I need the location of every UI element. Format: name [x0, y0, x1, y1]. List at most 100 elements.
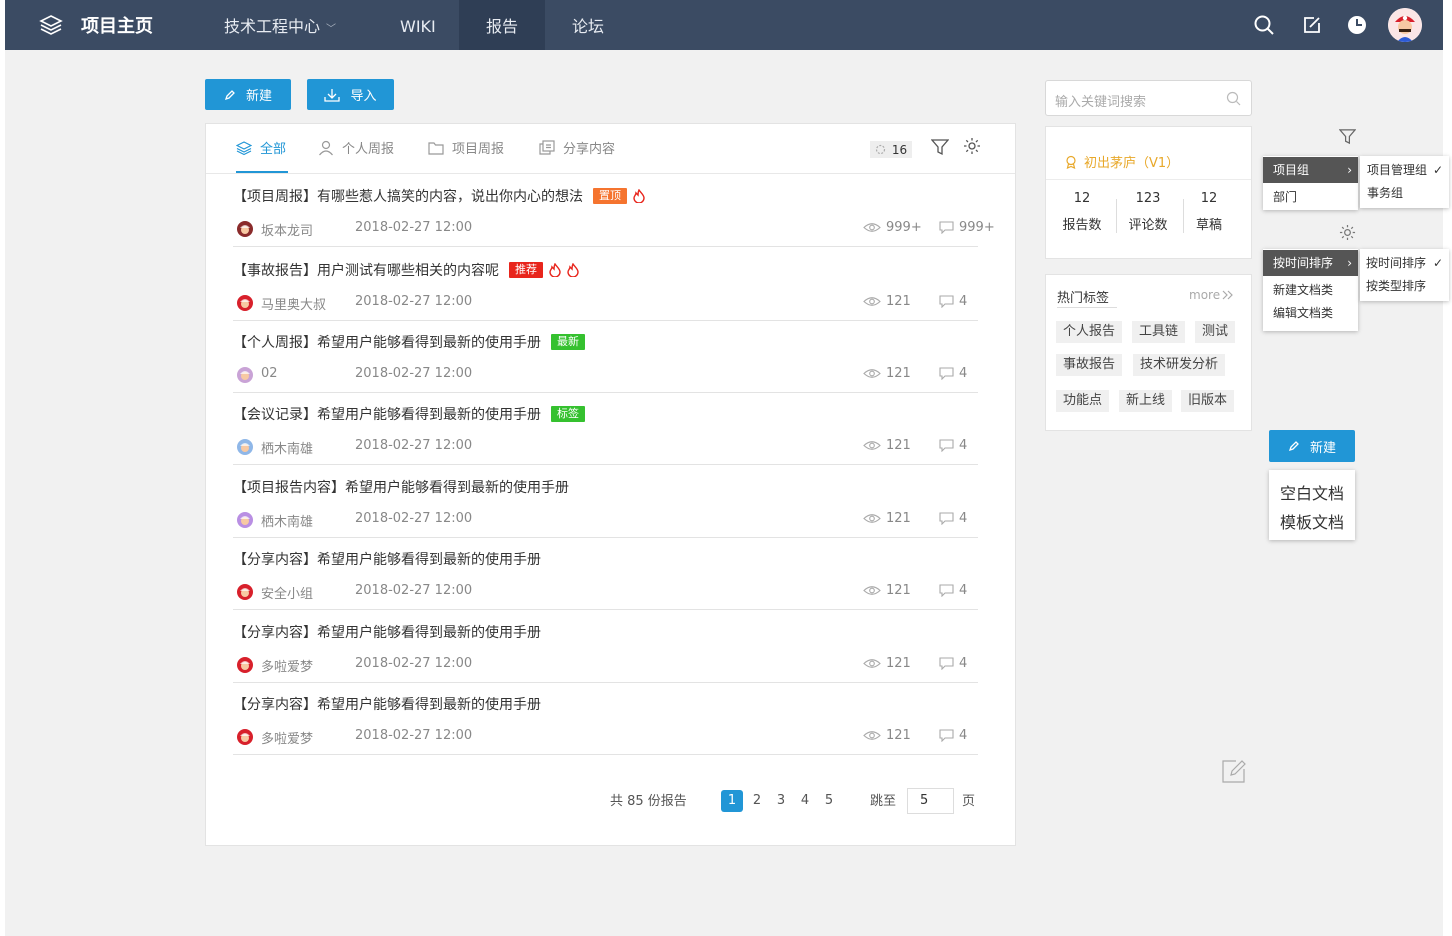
edit-icon[interactable] [1301, 14, 1323, 36]
author-name[interactable]: 栖木南雄 [261, 511, 313, 530]
gear-icon[interactable] [963, 137, 981, 155]
view-count: 121 [863, 366, 911, 381]
pencil-icon [224, 89, 235, 100]
view-count: 121 [863, 728, 911, 743]
submenu-item-affairs[interactable]: 事务组 [1360, 180, 1449, 206]
tag-chip[interactable]: 测试 [1195, 321, 1236, 343]
search-input[interactable]: 输入关键词搜索 [1045, 80, 1252, 116]
new-doc-button[interactable]: 新建 [1269, 430, 1355, 462]
author-name[interactable]: 多啦爱梦 [261, 656, 313, 675]
report-title[interactable]: 【会议记录】希望用户能够看得到最新的使用手册 标签 [233, 404, 585, 424]
tab-project-weekly[interactable]: 项目周报 [428, 138, 504, 157]
tag-chip[interactable]: 技术研发分析 [1133, 354, 1226, 376]
layers-icon [39, 15, 63, 35]
tag-chip[interactable]: 新上线 [1119, 390, 1173, 412]
tag-chip[interactable]: 个人报告 [1056, 321, 1123, 343]
page-button[interactable]: 5 [818, 790, 840, 812]
nav-wiki[interactable]: WIKI [400, 0, 436, 50]
list-item[interactable]: 【事故报告】用户测试有哪些相关的内容呢 推荐马里奥大叔 2018-02-27 12:… [233, 260, 978, 321]
tag-chip[interactable]: 旧版本 [1181, 390, 1235, 412]
eye-icon [863, 514, 881, 523]
list-item[interactable]: 【分享内容】希望用户能够看得到最新的使用手册 多啦爱梦 2018-02-27 12:… [233, 622, 978, 683]
author-name[interactable]: 栖木南雄 [261, 438, 313, 457]
tab-label: 全部 [260, 142, 287, 157]
project-name-text: 初出茅庐（V1） [1084, 156, 1180, 171]
report-date: 2018-02-27 12:00 [355, 583, 473, 598]
more-link[interactable]: more [1189, 288, 1234, 302]
author-name[interactable]: 马里奥大叔 [261, 294, 326, 313]
filter-icon[interactable] [1339, 128, 1356, 145]
author-name[interactable]: 多啦爱梦 [261, 728, 313, 747]
nav-tech-center[interactable]: 技术工程中心 ﹀ [224, 0, 336, 50]
author-avatar[interactable] [237, 367, 253, 383]
tab-all[interactable]: 全部 [236, 138, 286, 157]
report-title[interactable]: 【项目周报】有哪些惹人搞笑的内容，说出你内心的想法 置顶 [233, 186, 645, 206]
avatar-icon [240, 661, 250, 670]
stat-label: 评论数 [1128, 218, 1168, 233]
menu-item-edit-docs[interactable]: 编辑文档类 [1263, 300, 1358, 326]
list-item[interactable]: 【分享内容】希望用户能够看得到最新的使用手册 多啦爱梦 2018-02-27 12:… [233, 694, 978, 755]
search-icon[interactable] [1226, 91, 1241, 106]
page-button[interactable]: 2 [746, 790, 768, 812]
report-title-text: 【分享内容】希望用户能够看得到最新的使用手册 [233, 625, 541, 641]
author-avatar[interactable] [237, 729, 253, 745]
new-report-button[interactable]: 新建 [205, 79, 291, 110]
gear-icon[interactable] [1339, 224, 1356, 241]
author-name[interactable]: 坂本龙司 [261, 220, 313, 239]
author-avatar[interactable] [237, 657, 253, 673]
author-avatar[interactable] [237, 584, 253, 600]
report-title[interactable]: 【分享内容】希望用户能够看得到最新的使用手册 [233, 694, 541, 714]
nav-reports[interactable]: 报告 [459, 0, 545, 50]
menu-item-project-group[interactable]: 项目组 › [1263, 157, 1358, 183]
submenu-item-by-type[interactable]: 按类型排序 [1360, 273, 1449, 299]
menu-item-sort-time[interactable]: 按时间排序 › [1263, 250, 1358, 276]
report-title[interactable]: 【个人周报】希望用户能够看得到最新的使用手册 最新 [233, 332, 585, 352]
menu-item-department[interactable]: 部门 [1263, 184, 1358, 210]
eye-icon [863, 223, 881, 232]
author-avatar[interactable] [237, 439, 253, 455]
filter-icon[interactable] [931, 138, 949, 156]
page-button[interactable]: 3 [770, 790, 792, 812]
author-name[interactable]: 安全小组 [261, 583, 313, 602]
nav-forum[interactable]: 论坛 [572, 0, 604, 50]
clock-icon[interactable] [1346, 14, 1368, 36]
report-title[interactable]: 【事故报告】用户测试有哪些相关的内容呢 推荐 [233, 260, 579, 280]
jump-page-input[interactable]: 5 [907, 788, 954, 814]
report-title[interactable]: 【分享内容】希望用户能够看得到最新的使用手册 [233, 549, 541, 569]
list-item[interactable]: 【个人周报】希望用户能够看得到最新的使用手册 最新 02 2018-02-27 12:… [233, 332, 978, 393]
brand[interactable]: 项目主页 [39, 0, 153, 50]
refresh-badge[interactable]: 16 [870, 141, 912, 158]
list-item[interactable]: 【会议记录】希望用户能够看得到最新的使用手册 标签 栖木南雄 2018-02-27 1… [233, 404, 978, 465]
report-title[interactable]: 【分享内容】希望用户能够看得到最新的使用手册 [233, 622, 541, 642]
tag-chip[interactable]: 功能点 [1056, 390, 1110, 412]
stat-drafts: 12 草稿 [1179, 191, 1239, 233]
list-item[interactable]: 【项目周报】有哪些惹人搞笑的内容，说出你内心的想法 置顶 坂本龙司 2018-02-2… [233, 186, 995, 247]
import-button[interactable]: 导入 [307, 79, 394, 110]
option-template-doc[interactable]: 模板文档 [1280, 509, 1344, 533]
page-button[interactable]: 4 [794, 790, 816, 812]
list-item[interactable]: 【分享内容】希望用户能够看得到最新的使用手册安全小组 2018-02-27 12:… [233, 549, 978, 610]
user-avatar[interactable] [1388, 8, 1422, 42]
list-item[interactable]: 【项目报告内容】希望用户能够看得到最新的使用手册 栖木南雄 2018-02-27 1… [233, 477, 978, 538]
page-button[interactable]: 1 [721, 790, 743, 812]
edit-icon[interactable] [1221, 758, 1247, 784]
report-title[interactable]: 【项目报告内容】希望用户能够看得到最新的使用手册 [233, 477, 569, 497]
author-name[interactable]: 02 [261, 366, 278, 381]
menu-label: 新建文档类 [1273, 283, 1334, 297]
author-avatar[interactable] [237, 221, 253, 237]
menu-label: 按类型排序 [1366, 279, 1427, 293]
view-count: 121 [863, 511, 911, 526]
download-icon [324, 88, 341, 102]
tab-personal-weekly[interactable]: 个人周报 [318, 138, 394, 157]
option-blank-doc[interactable]: 空白文档 [1280, 480, 1344, 504]
tab-shared-content[interactable]: 分享内容 [539, 138, 615, 157]
tag-chip[interactable]: 事故报告 [1056, 354, 1123, 376]
tag-chip[interactable]: 工具链 [1132, 321, 1186, 343]
report-meta: 马里奥大叔 2018-02-27 12:00 121 4 [233, 294, 978, 313]
view-count: 121 [863, 583, 911, 598]
author-avatar[interactable] [237, 512, 253, 528]
search-icon[interactable] [1253, 14, 1275, 36]
project-name[interactable]: 初出茅庐（V1） [1064, 152, 1179, 171]
author-avatar[interactable] [237, 295, 253, 311]
eye-icon [863, 586, 881, 595]
